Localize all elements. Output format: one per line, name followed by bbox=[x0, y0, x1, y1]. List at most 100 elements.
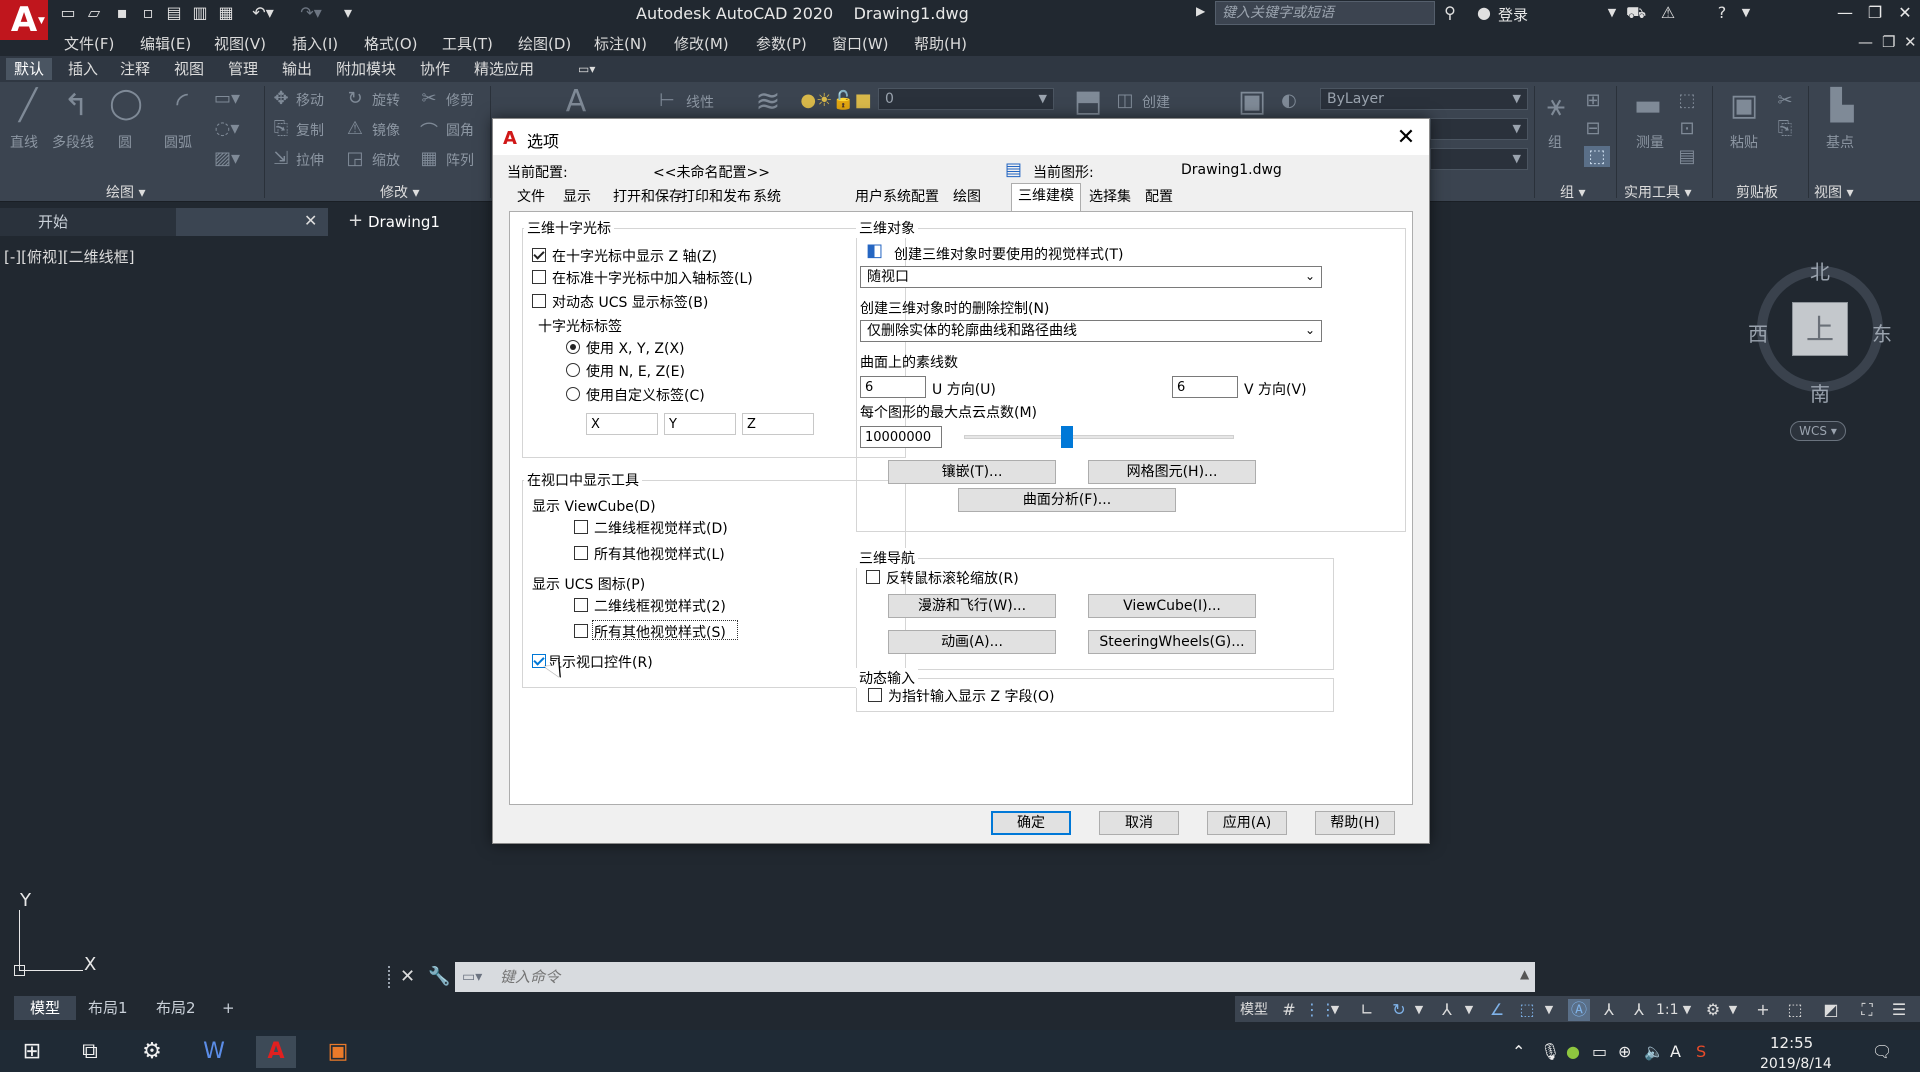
ortho-icon[interactable]: ∟ bbox=[1356, 999, 1378, 1021]
menu-help[interactable]: 帮助(H) bbox=[914, 33, 967, 54]
layer-dropdown[interactable]: 0 ▼ bbox=[878, 88, 1054, 110]
arc-tool-label[interactable]: 圆弧 bbox=[164, 132, 192, 152]
doc-restore-icon[interactable]: ❐ bbox=[1882, 33, 1895, 51]
command-input[interactable] bbox=[500, 964, 1500, 990]
compass-west[interactable]: 西 bbox=[1748, 318, 1768, 347]
z-field-pointer-checkbox[interactable] bbox=[868, 688, 882, 702]
login-dropdown-icon[interactable]: ▼ bbox=[1602, 4, 1622, 22]
linear-dimension-icon[interactable]: ⊢ bbox=[656, 90, 678, 111]
show-z-axis-checkbox[interactable] bbox=[532, 248, 546, 262]
search-input[interactable]: 键入关键字或短语 bbox=[1215, 1, 1435, 25]
copy-tool-icon[interactable]: ⎘ bbox=[270, 118, 292, 139]
ucs-2d-wireframe-label[interactable]: 二维线框视觉样式(2) bbox=[594, 596, 726, 616]
expand-search-icon[interactable]: ▶ bbox=[1196, 4, 1205, 18]
tab-display[interactable]: 显示 bbox=[557, 185, 597, 211]
object-snap-icon[interactable]: ⬚ bbox=[1516, 999, 1538, 1021]
copy-clip-icon[interactable]: ⎘ bbox=[1774, 118, 1796, 139]
tab-3d-modeling[interactable]: 三维建模 bbox=[1011, 183, 1081, 211]
tab-drafting[interactable]: 绘图 bbox=[947, 185, 987, 211]
clean-screen-icon[interactable]: ⛶ bbox=[1856, 999, 1878, 1021]
minimize-icon[interactable]: — bbox=[1830, 2, 1860, 24]
user-icon[interactable]: ● bbox=[1474, 4, 1494, 22]
isodraft-icon[interactable]: ⅄ bbox=[1436, 999, 1458, 1021]
tab-start[interactable]: 开始 bbox=[0, 208, 176, 236]
animation-button[interactable]: 动画(A)... bbox=[888, 630, 1056, 654]
group-panel-title[interactable]: 组 ▾ bbox=[1560, 182, 1585, 202]
match-properties-icon[interactable]: ▣ bbox=[1232, 84, 1272, 119]
application-menu-arrow-icon[interactable]: ▼ bbox=[38, 16, 45, 26]
tray-app-icon[interactable]: ● bbox=[1566, 1042, 1580, 1061]
hardware-acceleration-icon[interactable]: ◩ bbox=[1820, 999, 1842, 1021]
notification-center-icon[interactable]: 🗨 bbox=[1872, 1042, 1892, 1061]
menu-parametric[interactable]: 参数(P) bbox=[756, 33, 807, 54]
dialog-title-bar[interactable] bbox=[493, 119, 1429, 155]
walk-fly-button[interactable]: 漫游和飞行(W)... bbox=[888, 594, 1056, 618]
auto-scale-icon[interactable]: ⅄ bbox=[1598, 999, 1620, 1021]
clock-date[interactable]: 2019/8/14 bbox=[1760, 1056, 1832, 1072]
scale-dropdown-icon[interactable]: ▼ bbox=[1680, 999, 1694, 1021]
help-button[interactable]: 帮助(H) bbox=[1315, 811, 1395, 835]
menu-edit[interactable]: 编辑(E) bbox=[140, 33, 191, 54]
color-wheel-icon[interactable]: ◐ bbox=[1278, 90, 1300, 111]
windows-start-icon[interactable]: ⊞ bbox=[12, 1036, 52, 1068]
use-xyz-radio[interactable] bbox=[566, 340, 580, 354]
gradient-tool-icon[interactable]: ▨▾ bbox=[212, 148, 242, 169]
settings-gear-icon[interactable]: ⚙ bbox=[132, 1036, 172, 1068]
custom-x-input[interactable] bbox=[586, 413, 658, 435]
surface-analysis-button[interactable]: 曲面分析(F)... bbox=[958, 488, 1176, 512]
modify-panel-title[interactable]: 修改 ▾ bbox=[380, 182, 419, 202]
trim-tool-label[interactable]: 修剪 bbox=[446, 90, 474, 110]
ribbon-tab-addins[interactable]: 附加模块 bbox=[328, 58, 404, 80]
linear-dimension-label[interactable]: 线性 bbox=[686, 92, 714, 112]
paste-icon[interactable]: ▣ bbox=[1724, 88, 1764, 123]
measure-icon[interactable]: ▬ bbox=[1628, 88, 1668, 123]
view-panel-title[interactable]: 视图 ▾ bbox=[1814, 182, 1853, 202]
doc-close-icon[interactable]: ✕ bbox=[1904, 33, 1917, 51]
move-tool-label[interactable]: 移动 bbox=[296, 90, 324, 110]
use-xyz-label[interactable]: 使用 X, Y, Z(X) bbox=[586, 338, 685, 358]
measure-label[interactable]: 测量 bbox=[1636, 132, 1664, 152]
custom-z-input[interactable] bbox=[742, 413, 814, 435]
ucs-2d-wireframe-checkbox[interactable] bbox=[574, 598, 588, 612]
compass-east[interactable]: 东 bbox=[1872, 318, 1892, 347]
tab-plot-publish[interactable]: 打印和发布 bbox=[675, 185, 757, 211]
array-tool-label[interactable]: 阵列 bbox=[446, 150, 474, 170]
u-isolines-input[interactable] bbox=[860, 376, 926, 398]
scale-tool-icon[interactable]: ◲ bbox=[344, 148, 366, 169]
steering-wheels-button[interactable]: SteeringWheels(G)... bbox=[1088, 630, 1256, 654]
help-dropdown-icon[interactable]: ▼ bbox=[1736, 4, 1756, 22]
viewcube-2d-wireframe-label[interactable]: 二维线框视觉样式(D) bbox=[594, 518, 728, 538]
open-web-icon[interactable]: ▤ bbox=[164, 4, 184, 22]
polar-icon[interactable]: ↻ bbox=[1388, 999, 1410, 1021]
volume-icon[interactable]: 🔈 bbox=[1644, 1042, 1664, 1061]
use-nez-radio[interactable] bbox=[566, 363, 580, 377]
apply-button[interactable]: 应用(A) bbox=[1207, 811, 1287, 835]
menu-tools[interactable]: 工具(T) bbox=[442, 33, 493, 54]
ribbon-tab-featured[interactable]: 精选应用 bbox=[466, 58, 542, 80]
base-point-label[interactable]: 基点 bbox=[1826, 132, 1854, 152]
command-line-grip[interactable] bbox=[388, 966, 396, 988]
task-view-icon[interactable]: ⧉ bbox=[70, 1036, 110, 1068]
new-tab-icon[interactable]: + bbox=[348, 210, 363, 231]
layer-properties-icon[interactable]: ≋ bbox=[748, 84, 788, 119]
menu-modify[interactable]: 修改(M) bbox=[674, 33, 729, 54]
rotate-tool-label[interactable]: 旋转 bbox=[372, 90, 400, 110]
snap-dropdown-icon[interactable]: ▼ bbox=[1328, 999, 1342, 1021]
ribbon-tab-manage[interactable]: 管理 bbox=[220, 58, 266, 80]
visual-style-select[interactable]: 随视口 ⌄ bbox=[860, 266, 1322, 288]
ribbon-tab-home[interactable]: 默认 bbox=[6, 58, 53, 80]
group-icon[interactable]: ⚹ bbox=[1536, 88, 1576, 123]
tab-system[interactable]: 系统 bbox=[747, 185, 787, 211]
command-history-expand-icon[interactable]: ▲ bbox=[1520, 967, 1529, 981]
paste-label[interactable]: 粘贴 bbox=[1730, 132, 1758, 152]
command-close-icon[interactable]: ✕ bbox=[400, 966, 415, 987]
undo-icon[interactable]: ↶▾ bbox=[244, 4, 282, 22]
stretch-tool-label[interactable]: 拉伸 bbox=[296, 150, 324, 170]
mirror-tool-icon[interactable]: ⚠ bbox=[344, 118, 366, 139]
isolate-objects-icon[interactable]: ⬚ bbox=[1784, 999, 1806, 1021]
command-settings-wrench-icon[interactable]: 🔧 bbox=[428, 966, 450, 987]
circle-tool-icon[interactable]: ◯ bbox=[104, 86, 148, 121]
dynamic-ucs-labels-checkbox[interactable] bbox=[532, 294, 546, 308]
ucs-other-styles-checkbox[interactable] bbox=[574, 624, 588, 638]
menu-format[interactable]: 格式(O) bbox=[364, 33, 418, 54]
